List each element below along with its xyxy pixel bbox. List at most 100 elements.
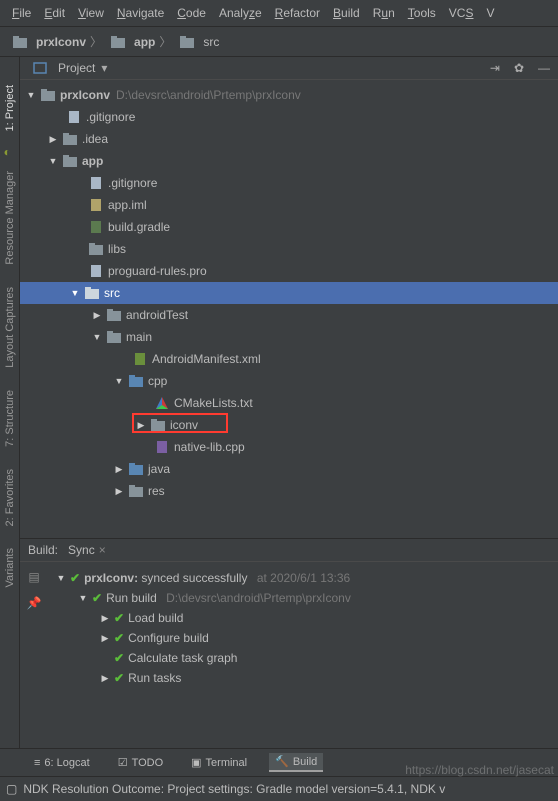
android-icon: ◐ bbox=[4, 145, 16, 157]
check-icon: ✔ bbox=[114, 671, 124, 685]
tab-build[interactable]: 🔨Build bbox=[269, 753, 323, 772]
project-pane-title[interactable]: Project bbox=[58, 61, 95, 75]
arrow-right-icon[interactable]: ▶ bbox=[114, 486, 124, 497]
build-root[interactable]: ▼ ✔ prxIconv: synced successfully at 202… bbox=[52, 568, 554, 588]
tab-variants[interactable]: Variants bbox=[2, 540, 18, 596]
tab-terminal[interactable]: ▣Terminal bbox=[185, 754, 253, 771]
arrow-down-icon[interactable]: ▼ bbox=[78, 593, 88, 603]
menu-code[interactable]: Code bbox=[171, 4, 212, 22]
tree-root[interactable]: ▼ prxIconv D:\devsrc\android\Prtemp\prxI… bbox=[20, 84, 558, 106]
tree-item-manifest[interactable]: AndroidManifest.xml bbox=[20, 348, 558, 370]
arrow-down-icon[interactable]: ▼ bbox=[92, 332, 102, 342]
arrow-down-icon[interactable]: ▼ bbox=[70, 288, 80, 298]
tree-item-buildgradle[interactable]: build.gradle bbox=[20, 216, 558, 238]
menu-tools[interactable]: Tools bbox=[402, 4, 442, 22]
build-tree[interactable]: ▼ ✔ prxIconv: synced successfully at 202… bbox=[48, 562, 558, 768]
main-panel: Project ▾ ⇥ ✿ — ▼ prxIconv D:\devsrc\and… bbox=[20, 57, 558, 768]
tab-structure[interactable]: 7: Structure bbox=[2, 382, 18, 455]
hide-icon[interactable]: — bbox=[538, 61, 550, 75]
tab-resource-manager[interactable]: Resource Manager bbox=[2, 163, 18, 273]
module-icon bbox=[110, 35, 126, 49]
tab-sync[interactable]: Sync× bbox=[68, 543, 106, 557]
tree-item-gitignore2[interactable]: .gitignore bbox=[20, 172, 558, 194]
status-icon[interactable]: ▢ bbox=[6, 782, 17, 796]
arrow-right-icon[interactable]: ▶ bbox=[48, 134, 58, 145]
project-tree[interactable]: ▼ prxIconv D:\devsrc\android\Prtemp\prxI… bbox=[20, 80, 558, 538]
folder-icon bbox=[128, 484, 144, 498]
menu-view[interactable]: View bbox=[72, 4, 110, 22]
menu-refactor[interactable]: Refactor bbox=[269, 4, 326, 22]
menu-navigate[interactable]: Navigate bbox=[111, 4, 170, 22]
manifest-icon bbox=[132, 352, 148, 366]
project-icon bbox=[12, 35, 28, 49]
arrow-right-icon[interactable]: ▶ bbox=[100, 673, 110, 684]
build-run-build[interactable]: ▼ ✔ Run build D:\devsrc\android\Prtemp\p… bbox=[52, 588, 554, 608]
arrow-down-icon[interactable]: ▼ bbox=[48, 156, 58, 166]
build-sidebar: ▤ 📌 bbox=[20, 562, 48, 768]
cmake-icon bbox=[154, 396, 170, 410]
tree-item-cmake[interactable]: CMakeLists.txt bbox=[20, 392, 558, 414]
arrow-down-icon[interactable]: ▼ bbox=[26, 90, 36, 100]
tree-item-src[interactable]: ▼ src bbox=[20, 282, 558, 304]
check-icon: ✔ bbox=[92, 591, 102, 605]
build-run-tasks[interactable]: ▶ ✔ Run tasks bbox=[52, 668, 554, 688]
menu-edit[interactable]: Edit bbox=[38, 4, 71, 22]
collapse-all-icon[interactable]: ⇥ bbox=[490, 61, 500, 75]
check-icon: ✔ bbox=[70, 571, 80, 585]
chevron-right-icon: 〉 bbox=[90, 33, 102, 50]
gear-icon[interactable]: ✿ bbox=[514, 61, 524, 75]
tree-item-iconv[interactable]: ▶ iconv bbox=[20, 414, 558, 436]
tree-item-proguard[interactable]: proguard-rules.pro bbox=[20, 260, 558, 282]
pin-icon[interactable]: 📌 bbox=[27, 596, 42, 610]
build-load[interactable]: ▶ ✔ Load build bbox=[52, 608, 554, 628]
watermark: https://blog.csdn.net/jasecat bbox=[405, 763, 554, 777]
tree-item-app[interactable]: ▼ app bbox=[20, 150, 558, 172]
tree-item-nativelib[interactable]: native-lib.cpp bbox=[20, 436, 558, 458]
arrow-right-icon[interactable]: ▶ bbox=[100, 613, 110, 624]
bc-app[interactable]: app bbox=[134, 35, 155, 49]
menu-build[interactable]: Build bbox=[327, 4, 366, 22]
todo-icon: ☑ bbox=[118, 756, 128, 769]
root-name: prxIconv bbox=[60, 88, 110, 102]
arrow-down-icon[interactable]: ▼ bbox=[114, 376, 124, 386]
build-label: Build: bbox=[28, 543, 58, 557]
tree-item-cpp[interactable]: ▼ cpp bbox=[20, 370, 558, 392]
tree-item-java[interactable]: ▶ java bbox=[20, 458, 558, 480]
tab-logcat[interactable]: ≡6: Logcat bbox=[28, 755, 96, 771]
root-path: D:\devsrc\android\Prtemp\prxIconv bbox=[116, 88, 301, 102]
close-icon[interactable]: × bbox=[99, 543, 106, 557]
tree-item-res[interactable]: ▶ res bbox=[20, 480, 558, 502]
arrow-down-icon[interactable]: ▼ bbox=[56, 573, 66, 583]
menu-truncated[interactable]: V bbox=[480, 4, 500, 22]
folder-icon bbox=[106, 330, 122, 344]
gradle-file-icon bbox=[88, 220, 104, 234]
tab-project[interactable]: 1: Project bbox=[2, 77, 18, 139]
cpp-file-icon bbox=[154, 440, 170, 454]
chevron-down-icon[interactable]: ▾ bbox=[101, 61, 107, 75]
tab-layout-captures[interactable]: Layout Captures bbox=[2, 279, 18, 376]
menu-file[interactable]: File bbox=[6, 4, 37, 22]
tree-item-main[interactable]: ▼ main bbox=[20, 326, 558, 348]
tree-item-idea[interactable]: ▶ .idea bbox=[20, 128, 558, 150]
bc-src[interactable]: src bbox=[203, 35, 219, 49]
tree-item-gitignore[interactable]: .gitignore bbox=[20, 106, 558, 128]
build-calc[interactable]: ✔ Calculate task graph bbox=[52, 648, 554, 668]
filter-icon[interactable]: ▤ bbox=[28, 570, 39, 584]
menu-analyze[interactable]: Analyze bbox=[213, 4, 268, 22]
tab-favorites[interactable]: 2: Favorites bbox=[2, 461, 18, 534]
arrow-right-icon[interactable]: ▶ bbox=[136, 420, 146, 431]
tab-todo[interactable]: ☑TODO bbox=[112, 754, 169, 771]
tree-item-appiml[interactable]: app.iml bbox=[20, 194, 558, 216]
tree-item-libs[interactable]: libs bbox=[20, 238, 558, 260]
arrow-right-icon[interactable]: ▶ bbox=[92, 310, 102, 321]
menu-vcs[interactable]: VCS bbox=[443, 4, 480, 22]
source-folder-icon bbox=[128, 374, 144, 388]
menu-run[interactable]: Run bbox=[367, 4, 401, 22]
status-bar: ▢ NDK Resolution Outcome: Project settin… bbox=[0, 777, 558, 801]
arrow-right-icon[interactable]: ▶ bbox=[114, 464, 124, 475]
build-configure[interactable]: ▶ ✔ Configure build bbox=[52, 628, 554, 648]
tree-item-androidtest[interactable]: ▶ androidTest bbox=[20, 304, 558, 326]
bc-root[interactable]: prxIconv bbox=[36, 35, 86, 49]
logcat-icon: ≡ bbox=[34, 757, 40, 769]
arrow-right-icon[interactable]: ▶ bbox=[100, 633, 110, 644]
